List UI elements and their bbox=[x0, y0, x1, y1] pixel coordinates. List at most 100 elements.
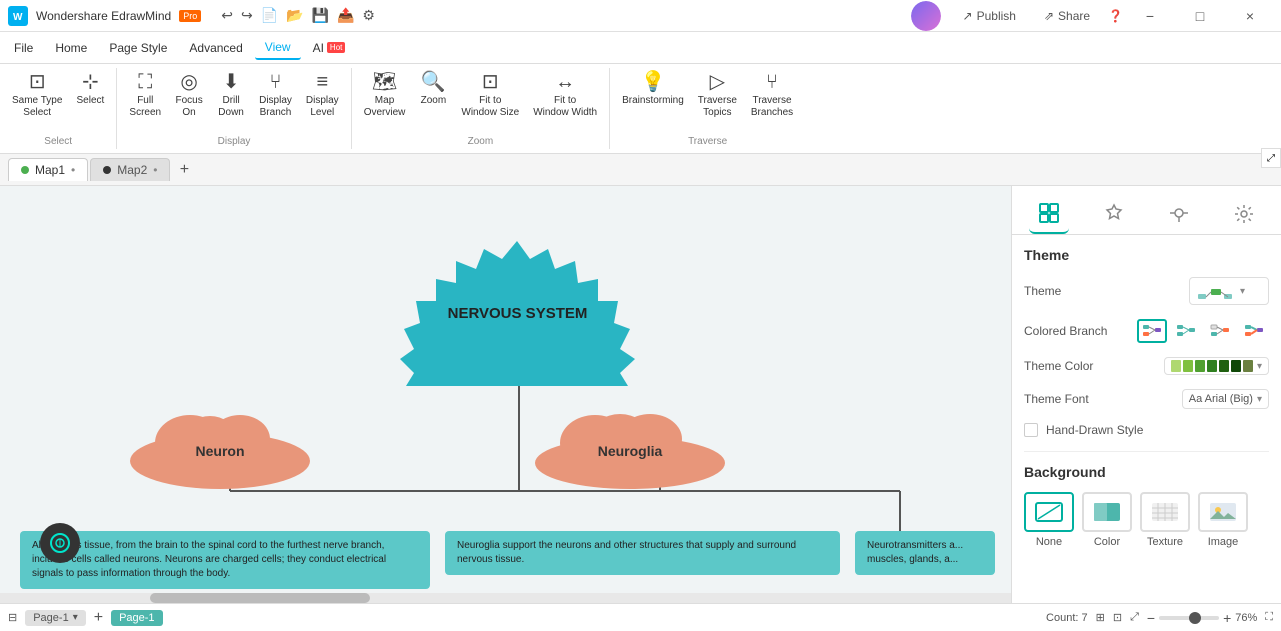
zoom-in-button[interactable]: + bbox=[1223, 610, 1231, 626]
panel-tab-style[interactable] bbox=[1094, 194, 1134, 234]
close-button[interactable]: × bbox=[1227, 0, 1273, 32]
menu-advanced[interactable]: Advanced bbox=[179, 37, 252, 59]
same-type-select-icon: ⊡ bbox=[29, 72, 46, 92]
export-icon[interactable]: 📤 bbox=[337, 7, 354, 24]
neurotransmitters-desc-text: Neurotransmitters a... muscles, glands, … bbox=[867, 540, 963, 565]
theme-section-title: Theme bbox=[1024, 247, 1269, 263]
tab-map2[interactable]: Map2 • bbox=[90, 158, 170, 181]
bg-option-none[interactable]: None bbox=[1024, 492, 1074, 548]
focus-on-button[interactable]: ◎ FocusOn bbox=[169, 68, 209, 123]
menu-page-style[interactable]: Page Style bbox=[99, 37, 177, 59]
fit-window-size-label: Fit toWindow Size bbox=[461, 95, 519, 119]
tabs-bar: Map1 • Map2 • + ⤢ bbox=[0, 154, 1281, 186]
help-icon[interactable]: ❓ bbox=[1108, 9, 1123, 23]
fit-window-width-button[interactable]: ↔ Fit toWindow Width bbox=[527, 68, 603, 123]
tab-map1-label: Map1 bbox=[35, 163, 65, 177]
theme-color-palette[interactable]: ▾ bbox=[1164, 357, 1269, 375]
more-icon[interactable]: ⚙ bbox=[362, 7, 375, 24]
map-overview-button[interactable]: 🗺 MapOverview bbox=[358, 68, 412, 123]
traverse-branches-button[interactable]: ⑂ TraverseBranches bbox=[745, 68, 799, 123]
brainstorming-button[interactable]: 💡 Brainstorming bbox=[616, 68, 690, 111]
redo-icon[interactable]: ↪ bbox=[241, 7, 253, 24]
theme-color-label: Theme Color bbox=[1024, 359, 1093, 373]
select-button[interactable]: ⊹ Select bbox=[70, 68, 110, 111]
traverse-branches-label: TraverseBranches bbox=[751, 95, 793, 119]
bg-option-image[interactable]: Image bbox=[1198, 492, 1248, 548]
fullscreen-icon[interactable]: ⛶ bbox=[1265, 611, 1273, 624]
share-button[interactable]: ⇗ Share bbox=[1034, 6, 1100, 26]
fit-window-size-button[interactable]: ⊡ Fit toWindow Size bbox=[455, 68, 525, 123]
neuroglia-info-box[interactable]: Neuroglia support the neurons and other … bbox=[445, 531, 840, 575]
neuron-info-box[interactable]: All nervous tissue, from the brain to th… bbox=[20, 531, 430, 589]
bg-option-texture[interactable]: Texture bbox=[1140, 492, 1190, 548]
scrollbar-horizontal[interactable] bbox=[0, 593, 1011, 603]
same-type-select-button[interactable]: ⊡ Same TypeSelect bbox=[6, 68, 68, 123]
section-divider bbox=[1024, 451, 1269, 452]
branch-style-1[interactable] bbox=[1137, 319, 1167, 343]
menu-ai[interactable]: AI Hot bbox=[303, 37, 356, 59]
tab-map1[interactable]: Map1 • bbox=[8, 158, 88, 181]
bg-color-icon bbox=[1082, 492, 1132, 532]
traverse-topics-button[interactable]: ▷ TraverseTopics bbox=[692, 68, 743, 123]
tab-map1-dot bbox=[21, 166, 29, 174]
fit-icon[interactable]: ⊡ bbox=[1113, 611, 1122, 624]
add-page-button[interactable]: + bbox=[94, 609, 103, 627]
menu-file[interactable]: File bbox=[4, 37, 43, 59]
display-level-button[interactable]: ≡ DisplayLevel bbox=[300, 68, 345, 123]
neurotransmitters-info-box[interactable]: Neurotransmitters a... muscles, glands, … bbox=[855, 531, 995, 575]
zoom-button[interactable]: 🔍 Zoom bbox=[413, 68, 453, 111]
zoom-level[interactable]: 76% bbox=[1235, 612, 1257, 624]
panel-tab-location[interactable] bbox=[1159, 194, 1199, 234]
svg-text:W: W bbox=[13, 12, 23, 23]
menu-view[interactable]: View bbox=[255, 36, 301, 60]
menu-right: ↗ Publish ⇗ Share ❓ bbox=[953, 6, 1123, 26]
main-content: NERVOUS SYSTEM Neuron Ne bbox=[0, 186, 1281, 603]
theme-font-selector[interactable]: Aa Arial (Big) ▾ bbox=[1182, 389, 1269, 409]
panel-tab-layout[interactable] bbox=[1029, 194, 1069, 234]
ai-orb-button[interactable] bbox=[40, 523, 80, 563]
save-icon[interactable]: 💾 bbox=[312, 7, 329, 24]
menu-home[interactable]: Home bbox=[45, 37, 97, 59]
layout-toggle-icon[interactable]: ⊟ bbox=[8, 611, 17, 624]
zoom-slider[interactable] bbox=[1159, 616, 1219, 620]
panel-tab-settings[interactable] bbox=[1224, 194, 1264, 234]
tab-map1-close[interactable]: • bbox=[71, 163, 75, 177]
expand-panel-button[interactable]: ⤢ bbox=[1261, 148, 1281, 168]
traverse-topics-label: TraverseTopics bbox=[698, 95, 737, 119]
display-branch-button[interactable]: ⑂ DisplayBranch bbox=[253, 68, 298, 123]
bg-option-color[interactable]: Color bbox=[1082, 492, 1132, 548]
hand-drawn-checkbox[interactable] bbox=[1024, 423, 1038, 437]
neuroglia-node[interactable]: Neuroglia bbox=[525, 411, 735, 491]
page-tab-1[interactable]: Page-1 ▾ bbox=[25, 610, 86, 626]
neuron-node[interactable]: Neuron bbox=[120, 411, 320, 491]
fit-window-width-label: Fit toWindow Width bbox=[533, 95, 597, 119]
theme-selector[interactable]: ▾ bbox=[1189, 277, 1269, 305]
display-level-label: DisplayLevel bbox=[306, 95, 339, 119]
branch-style-2[interactable] bbox=[1171, 319, 1201, 343]
drill-down-button[interactable]: ⬇ DrillDown bbox=[211, 68, 251, 123]
zoom-out-button[interactable]: − bbox=[1147, 610, 1155, 626]
expand-icon[interactable]: ⤢ bbox=[1130, 611, 1139, 624]
maximize-button[interactable]: □ bbox=[1177, 0, 1223, 32]
scrollbar-thumb[interactable] bbox=[150, 593, 370, 603]
minimize-button[interactable]: − bbox=[1127, 0, 1173, 32]
publish-button[interactable]: ↗ Publish bbox=[953, 6, 1026, 26]
branch-style-3[interactable] bbox=[1205, 319, 1235, 343]
undo-icon[interactable]: ↩ bbox=[221, 7, 233, 24]
zoom-thumb[interactable] bbox=[1189, 612, 1201, 624]
canvas[interactable]: NERVOUS SYSTEM Neuron Ne bbox=[0, 186, 1011, 603]
current-page-tab[interactable]: Page-1 bbox=[111, 610, 162, 626]
new-icon[interactable]: 📄 bbox=[261, 7, 278, 24]
ribbon-group-zoom: 🗺 MapOverview 🔍 Zoom ⊡ Fit toWindow Size… bbox=[352, 68, 610, 149]
ribbon: ⊡ Same TypeSelect ⊹ Select Select ⛶ Full… bbox=[0, 64, 1281, 154]
open-icon[interactable]: 📂 bbox=[286, 7, 303, 24]
color-swatch-3 bbox=[1195, 360, 1205, 372]
branch-style-4[interactable] bbox=[1239, 319, 1269, 343]
color-swatch-7 bbox=[1243, 360, 1253, 372]
central-node[interactable]: NERVOUS SYSTEM bbox=[370, 241, 665, 386]
tab-map2-close[interactable]: • bbox=[153, 163, 157, 177]
add-tab-button[interactable]: + bbox=[172, 158, 196, 182]
full-screen-button[interactable]: ⛶ FullScreen bbox=[123, 68, 167, 123]
page-tab-1-label: Page-1 bbox=[33, 612, 68, 624]
grid-icon[interactable]: ⊞ bbox=[1096, 611, 1105, 624]
